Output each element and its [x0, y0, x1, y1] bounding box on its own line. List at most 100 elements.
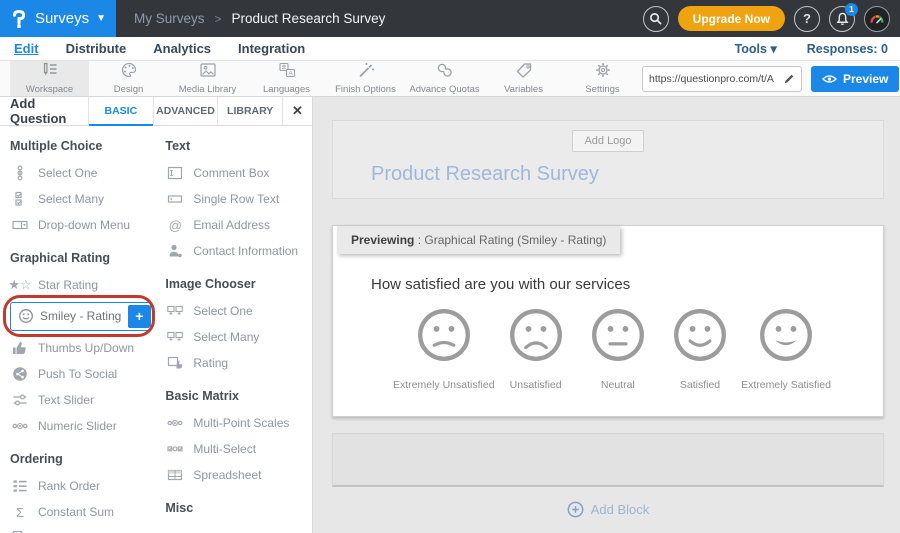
- question-type-single-row-text[interactable]: Single Row Text: [165, 186, 304, 212]
- section-ordering: OrderingRank OrderΣConstant SumDrag and …: [10, 452, 151, 533]
- toolbar-label: Variables: [504, 84, 543, 95]
- question-tab-advanced[interactable]: ADVANCED: [153, 97, 218, 125]
- nav-tab-integration[interactable]: Integration: [238, 41, 305, 56]
- toolbar-label: Workspace: [26, 84, 73, 95]
- question-type-constant-sum[interactable]: Σ Constant Sum: [10, 499, 151, 525]
- nav-tab-edit[interactable]: Edit: [14, 41, 39, 56]
- upgrade-now-button[interactable]: Upgrade Now: [678, 6, 785, 31]
- top-bar: Surveys ▼ My Surveys > Product Research …: [0, 0, 900, 37]
- image-multi-icon: [165, 329, 185, 345]
- question-tabs: BASICADVANCEDLIBRARY: [88, 97, 282, 125]
- question-type-comment-box[interactable]: Comment Box: [165, 160, 304, 186]
- radio-list-icon: [10, 165, 30, 181]
- toolbar-workspace[interactable]: Workspace: [10, 61, 89, 96]
- toolbar-design[interactable]: Design: [89, 61, 168, 96]
- survey-canvas: Add Logo Product Research Survey Preview…: [313, 97, 900, 533]
- section-basic-matrix: Basic MatrixMulti-Point ScalesMulti-Sele…: [165, 389, 304, 488]
- close-icon[interactable]: ✕: [282, 97, 312, 125]
- item-label: Select Many: [193, 330, 259, 344]
- variables-icon: [514, 62, 534, 83]
- question-tab-library[interactable]: LIBRARY: [217, 97, 282, 125]
- add-logo-button[interactable]: Add Logo: [572, 130, 643, 152]
- question-type-star-rating[interactable]: ★☆ Star Rating: [10, 272, 151, 298]
- item-label: Select One: [193, 304, 252, 318]
- question-type-drag-and-drop[interactable]: Drag and Drop: [10, 525, 151, 533]
- toolbar-advance-quotas[interactable]: Advance Quotas: [405, 61, 484, 96]
- smiley-rating-scale: Extremely Unsatisfied Unsatisfied Neutra…: [333, 293, 883, 391]
- item-label: Single Row Text: [193, 192, 279, 206]
- question-type-select-one[interactable]: Select One: [10, 160, 151, 186]
- survey-header-panel[interactable]: Add Logo Product Research Survey: [332, 120, 884, 199]
- question-type-smiley-rating[interactable]: Smiley - Rating+: [10, 302, 151, 331]
- preview-button[interactable]: Preview: [811, 66, 899, 92]
- toolbar-label: Design: [114, 84, 144, 95]
- question-type-push-to-social[interactable]: Push To Social: [10, 361, 151, 387]
- toolbar-label: Settings: [585, 84, 619, 95]
- item-label: Constant Sum: [38, 505, 114, 519]
- question-preview-card: Previewing : Graphical Rating (Smiley - …: [332, 225, 884, 417]
- notification-badge: 1: [845, 3, 858, 16]
- question-type-select-many[interactable]: Select Many: [165, 324, 304, 350]
- question-type-rating[interactable]: Rating: [165, 350, 304, 376]
- tools-menu[interactable]: Tools ▾: [735, 41, 777, 56]
- smiley-option-extremely-unsatisfied[interactable]: Extremely Unsatisfied: [393, 307, 495, 391]
- question-type-multi-point-scales[interactable]: Multi-Point Scales: [165, 410, 304, 436]
- toolbar-languages[interactable]: ALanguages: [247, 61, 326, 96]
- item-label: Text Slider: [38, 393, 94, 407]
- question-type-rank-order[interactable]: Rank Order: [10, 473, 151, 499]
- section-text: TextComment BoxSingle Row Text@Email Add…: [165, 139, 304, 264]
- item-label: Star Rating: [38, 278, 98, 292]
- edit-pencil-icon[interactable]: [783, 73, 795, 85]
- user-avatar[interactable]: [864, 6, 890, 32]
- survey-url-input[interactable]: [649, 73, 779, 85]
- survey-nav-tabs: Edit Distribute Analytics Integration: [14, 41, 305, 56]
- notifications-button[interactable]: 1: [829, 6, 855, 32]
- question-type-spreadsheet[interactable]: Spreadsheet: [165, 462, 304, 488]
- toolbar-media-library[interactable]: Media Library: [168, 61, 247, 96]
- smiley-option-unsatisfied[interactable]: Unsatisfied: [495, 307, 577, 391]
- add-question-header: Add Question BASICADVANCEDLIBRARY ✕: [0, 97, 312, 126]
- toolbar-settings[interactable]: Settings: [563, 61, 642, 96]
- item-label: Thumbs Up/Down: [38, 341, 134, 355]
- breadcrumb-my-surveys[interactable]: My Surveys: [134, 11, 205, 26]
- question-type-contact-information[interactable]: Contact Information: [165, 238, 304, 264]
- smiley-option-label: Unsatisfied: [510, 379, 562, 391]
- smiley-option-neutral[interactable]: Neutral: [577, 307, 659, 391]
- toolbar-finish-options[interactable]: Finish Options: [326, 61, 405, 96]
- question-type-thumbs-up-down[interactable]: Thumbs Up/Down: [10, 335, 151, 361]
- question-type-drop-down-menu[interactable]: Drop-down Menu: [10, 212, 151, 238]
- survey-nav-row: Edit Distribute Analytics Integration Tools…: [0, 37, 900, 61]
- smiley-option-extremely-satisfied[interactable]: Extremely Satisfied: [741, 307, 831, 391]
- search-button[interactable]: [643, 6, 669, 32]
- star-rating-icon: ★☆: [10, 277, 30, 293]
- add-question-title: Add Question: [0, 97, 88, 125]
- add-block-button[interactable]: Add Block: [332, 501, 884, 518]
- questionpro-logo-icon: [10, 9, 28, 29]
- question-tab-basic[interactable]: BASIC: [88, 97, 153, 125]
- responses-count[interactable]: Responses: 0: [807, 42, 888, 56]
- eye-icon: [822, 74, 837, 84]
- single-row-icon: [165, 191, 185, 207]
- question-type-select-many[interactable]: Select Many: [10, 186, 151, 212]
- add-smiley-rating-button[interactable]: +: [128, 305, 150, 328]
- item-label: Rating: [193, 356, 228, 370]
- toolbar-variables[interactable]: Variables: [484, 61, 563, 96]
- image-select-icon: [165, 303, 185, 319]
- smiley-face-icon: [672, 307, 728, 368]
- question-type-text-slider[interactable]: Text Slider: [10, 387, 151, 413]
- numeric-slider-icon: [10, 418, 30, 434]
- question-type-multi-select[interactable]: Multi-Select: [165, 436, 304, 462]
- nav-tab-analytics[interactable]: Analytics: [153, 41, 211, 56]
- nav-tab-distribute[interactable]: Distribute: [66, 41, 127, 56]
- help-button[interactable]: ?: [794, 6, 820, 32]
- section-heading: Image Chooser: [165, 277, 304, 291]
- sigma-icon: Σ: [10, 505, 30, 520]
- survey-title[interactable]: Product Research Survey: [371, 163, 599, 186]
- question-type-email-address[interactable]: @Email Address: [165, 212, 304, 238]
- question-type-numeric-slider[interactable]: Numeric Slider: [10, 413, 151, 439]
- toolbar-label: Languages: [263, 84, 310, 95]
- smiley-option-satisfied[interactable]: Satisfied: [659, 307, 741, 391]
- survey-url-box[interactable]: [642, 66, 802, 92]
- questionpro-logo-menu[interactable]: Surveys ▼: [0, 0, 116, 37]
- question-type-select-one[interactable]: Select One: [165, 298, 304, 324]
